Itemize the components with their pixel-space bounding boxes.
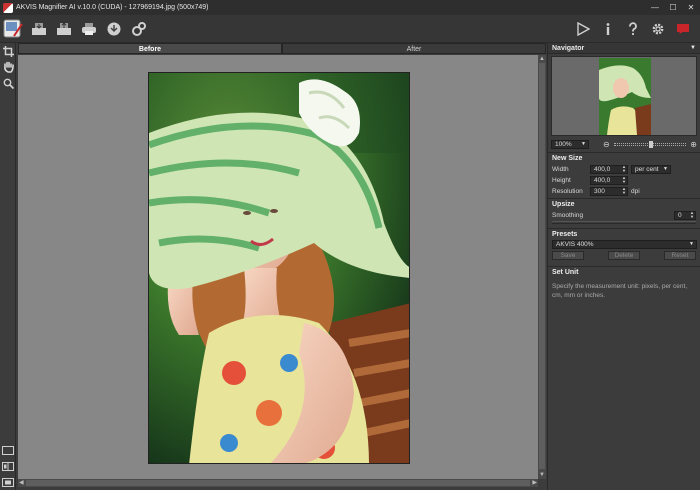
help-text: Specify the measurement unit: pixels, pe… [552,283,688,299]
smoothing-slider[interactable] [552,221,696,224]
resolution-field[interactable]: 300 ▲ ▼ [590,186,628,196]
resolution-value: 300 [594,187,605,195]
presets-buttons: Save Delete Reset [548,251,700,260]
width-row: Width 400,0 ▲ ▼ per cent ▼ [548,164,700,174]
crop-icon[interactable] [0,43,16,59]
spinner-arrows-icon[interactable]: ▲ ▼ [622,175,626,184]
title-bar: AKVIS Magnifier AI v.10.0 (CUDA) - 12796… [0,0,700,15]
width-field[interactable]: 400,0 ▲ ▼ [590,164,628,174]
zoom-icon[interactable] [0,75,16,91]
view-tabs: Before After [18,43,546,54]
spinner-arrows-icon[interactable]: ▲ ▼ [622,164,626,173]
run-icon[interactable] [571,18,595,40]
help-icon[interactable] [621,18,645,40]
tools-bar [0,43,16,490]
dropdown-arrow-icon: ▼ [581,140,586,147]
zoom-value: 100% [555,140,572,148]
view-fit-icon[interactable] [0,474,16,490]
zoom-slider-handle[interactable] [648,140,653,148]
hand-icon[interactable] [0,59,16,75]
upsize-header: Upsize [548,198,700,210]
horizontal-scrollbar[interactable]: ◀ ▶ [18,479,538,487]
spinner-arrows-icon[interactable]: ▲ ▼ [622,186,626,195]
zoom-row: 100% ▼ ⊖ ⊕ [551,138,697,150]
resolution-unit: dpi [631,187,640,195]
new-size-header: New Size [548,152,700,164]
navigator-title: Navigator [552,45,585,52]
scroll-down-icon[interactable]: ▼ [539,471,545,479]
navigator-thumbnail [599,58,651,135]
resolution-row: Resolution 300 ▲ ▼ dpi [548,186,700,196]
app-logo-icon [3,2,13,13]
print-icon[interactable] [77,18,101,40]
height-label: Height [552,176,571,184]
view-split-icon[interactable] [0,458,16,474]
scroll-right-icon[interactable]: ▶ [532,479,537,487]
presets-header: Presets [548,228,700,240]
height-value: 400,0 [594,176,611,184]
navigator-header[interactable]: Navigator ▼ [548,43,700,54]
presets-value: AKVIS 400% [556,241,594,248]
scroll-left-icon[interactable]: ◀ [19,479,24,487]
width-label: Width [552,165,569,173]
share-icon[interactable] [102,18,126,40]
save-preset-button[interactable]: Save [552,251,584,260]
reset-preset-button[interactable]: Reset [664,251,696,260]
horizontal-scroll-thumb[interactable] [26,480,530,486]
plugins-icon[interactable] [127,18,151,40]
tab-after[interactable]: After [282,43,546,54]
close-button[interactable]: ✕ [682,0,700,15]
open-icon[interactable] [27,18,51,40]
window-title: AKVIS Magnifier AI v.10.0 (CUDA) - 12796… [16,4,209,11]
collapse-icon[interactable]: ▼ [690,43,696,54]
save-icon[interactable] [52,18,76,40]
unit-select[interactable]: per cent ▼ [631,164,671,174]
smoothing-label: Smoothing [552,211,584,219]
navigator-preview[interactable] [551,56,697,136]
presets-select[interactable]: AKVIS 400% ▼ [552,240,697,249]
main-toolbar [0,15,700,43]
scroll-up-icon[interactable]: ▲ [539,55,545,63]
vertical-scroll-thumb[interactable] [539,63,545,469]
settings-panel: Navigator ▼ 100% ▼ ⊖ ⊕ New Size Width 400… [547,43,700,490]
delete-preset-button[interactable]: Delete [608,251,640,260]
zoom-out-icon[interactable]: ⊖ [603,140,610,149]
zoom-slider[interactable] [613,140,687,148]
height-field[interactable]: 400,0 ▲ ▼ [590,175,628,185]
maximize-button[interactable]: ☐ [664,0,682,15]
smoothing-value: 0 [678,211,682,219]
minimize-button[interactable]: — [646,0,664,15]
zoom-select[interactable]: 100% ▼ [551,139,589,149]
height-row: Height 400,0 ▲ ▼ [548,175,700,185]
tips-icon[interactable] [671,18,695,40]
zoom-in-icon[interactable]: ⊕ [690,140,697,149]
spinner-arrows-icon[interactable]: ▲ ▼ [690,210,694,219]
smoothing-field[interactable]: 0 ▲ ▼ [674,210,696,220]
width-value: 400,0 [594,165,611,173]
tab-before[interactable]: Before [18,43,282,54]
resolution-label: Resolution [552,187,583,195]
help-title: Set Unit [548,266,700,278]
smoothing-row: Smoothing 0 ▲ ▼ [548,210,700,220]
unit-value: per cent [635,165,659,173]
settings-icon[interactable] [646,18,670,40]
logo-icon[interactable] [0,18,26,40]
view-single-icon[interactable] [0,442,16,458]
dropdown-arrow-icon: ▼ [663,165,668,172]
dropdown-arrow-icon: ▼ [689,241,694,247]
photo-preview [148,72,410,464]
info-icon[interactable] [596,18,620,40]
vertical-scrollbar[interactable]: ▲ ▼ [538,55,546,479]
image-canvas[interactable] [18,55,538,479]
